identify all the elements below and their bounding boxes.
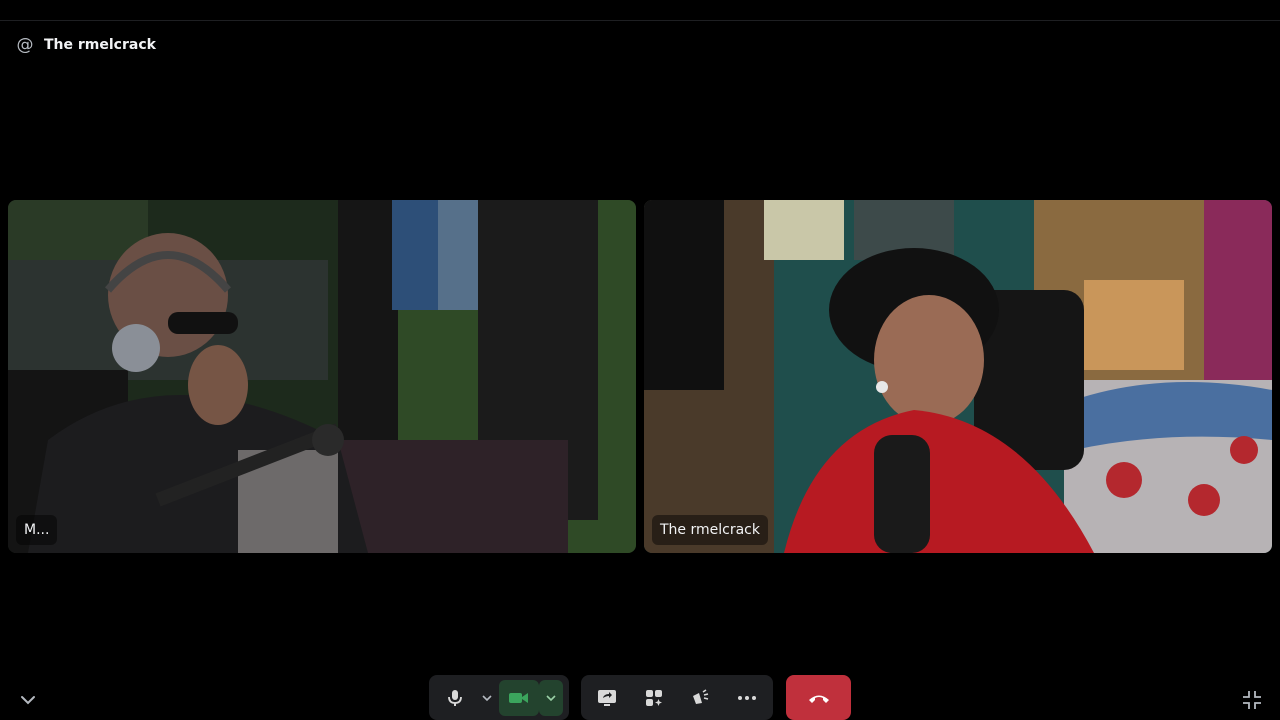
screen-share-icon xyxy=(598,689,616,706)
camera-button[interactable] xyxy=(499,679,539,716)
hang-up-icon xyxy=(808,695,829,703)
more-icon xyxy=(737,695,756,700)
participant-name-tag: M... xyxy=(16,515,58,545)
video-feed-left xyxy=(8,200,636,553)
call-title: The rmelcrack xyxy=(44,37,156,53)
camera-options-button[interactable] xyxy=(539,679,563,716)
exit-fullscreen-button[interactable] xyxy=(1241,689,1263,711)
top-divider xyxy=(0,20,1280,21)
call-header: @ The rmelcrack xyxy=(16,34,156,56)
video-tile-right[interactable]: The rmelcrack xyxy=(644,200,1272,553)
at-icon: @ xyxy=(16,35,34,55)
chevron-down-icon xyxy=(482,694,492,701)
chevron-down-icon xyxy=(21,696,35,705)
participant-name: The rmelcrack xyxy=(660,522,760,538)
microphone-button[interactable] xyxy=(435,680,475,716)
participant-name: M... xyxy=(24,522,50,538)
screen-share-button[interactable] xyxy=(587,680,627,716)
video-feed-right xyxy=(644,200,1272,553)
end-call-button[interactable] xyxy=(786,675,851,720)
participant-name-tag: The rmelcrack xyxy=(652,515,768,545)
exit-fullscreen-icon xyxy=(1243,691,1261,709)
soundboard-button[interactable] xyxy=(680,680,720,716)
camera-icon xyxy=(509,692,528,703)
collapse-button[interactable] xyxy=(18,690,38,710)
microphone-options-button[interactable] xyxy=(475,680,499,716)
more-options-button[interactable] xyxy=(727,680,767,716)
av-controls xyxy=(429,675,569,720)
video-tile-left[interactable]: M... xyxy=(8,200,636,553)
activity-controls xyxy=(581,675,773,720)
activities-icon xyxy=(645,689,662,706)
microphone-icon xyxy=(448,689,462,706)
chevron-down-icon xyxy=(546,694,556,701)
activities-button[interactable] xyxy=(634,680,674,716)
soundboard-icon xyxy=(693,688,709,704)
